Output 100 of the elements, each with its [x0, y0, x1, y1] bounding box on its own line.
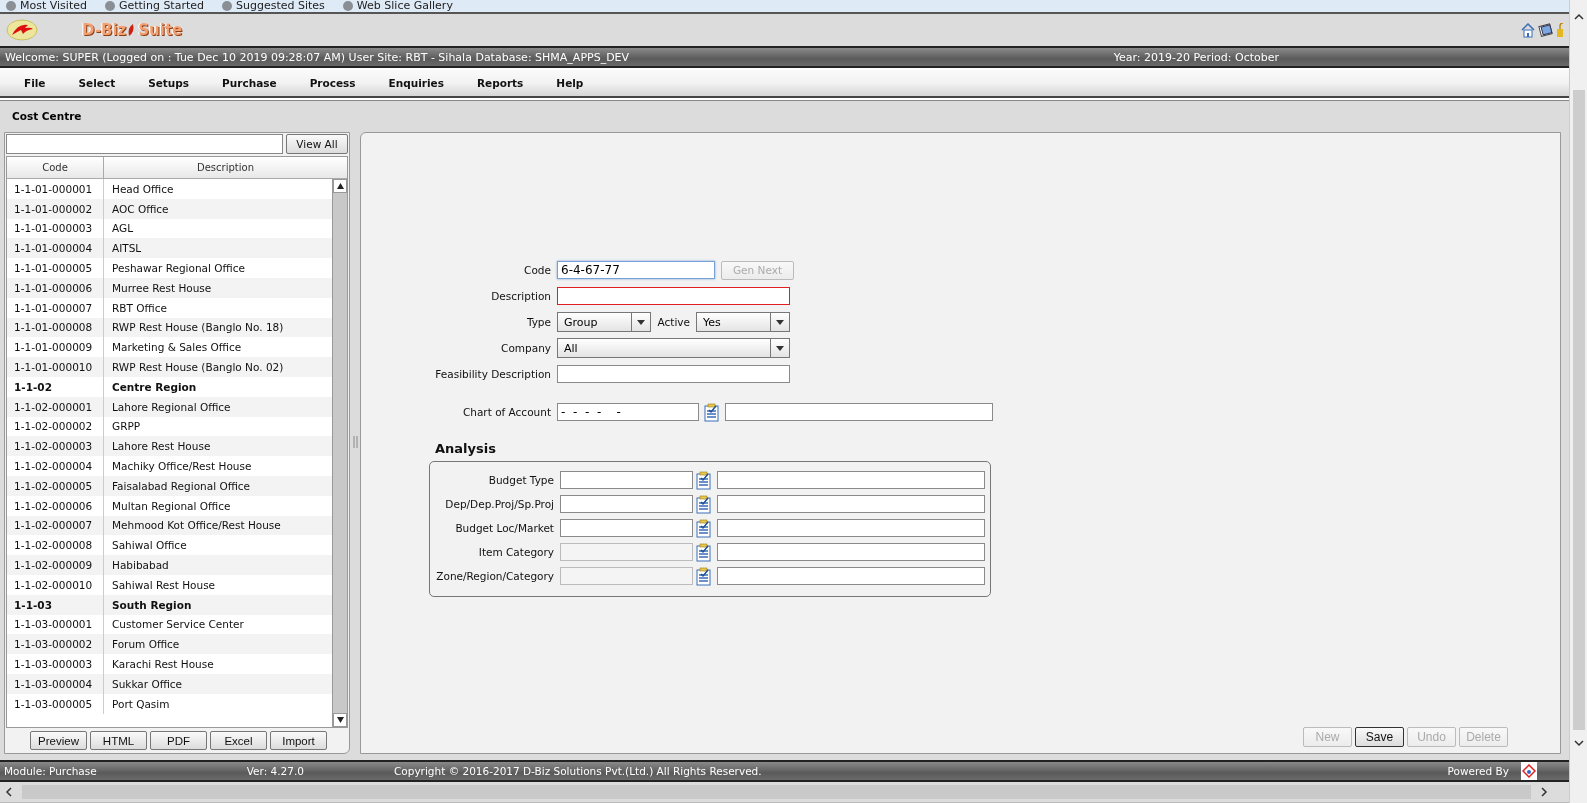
- menu-item[interactable]: Setups: [138, 77, 200, 89]
- field-label: Budget Type: [487, 474, 555, 486]
- field-label: Budget Loc/Market: [454, 522, 555, 534]
- table-cell: Forum Office: [103, 634, 180, 655]
- table-cell-text: 1-1-01-000010: [13, 361, 94, 374]
- field-label: Chart of Account: [461, 406, 552, 418]
- menu-item[interactable]: Select: [68, 77, 126, 89]
- bookmark-link[interactable]: Suggested Sites: [222, 0, 325, 12]
- scroll-down-icon[interactable]: [336, 717, 344, 723]
- input-field[interactable]: [717, 495, 985, 513]
- company-dropdown[interactable]: All: [557, 338, 790, 358]
- field-label: Zone/Region/Category: [435, 570, 555, 582]
- clipboard-list-icon[interactable]: [696, 542, 711, 562]
- copyright-text: Copyright © 2016-2017 D-Biz Solutions Pvt.(Ltd.) All Rights Reserved.: [394, 765, 762, 777]
- dropdown-arrow-icon[interactable]: [776, 319, 784, 325]
- scrollbar[interactable]: [332, 179, 347, 727]
- table-cell: Machiky Office/Rest House: [103, 456, 252, 476]
- table-cell-text: 1-1-02-000003: [13, 440, 94, 453]
- input-field[interactable]: [717, 471, 985, 489]
- column-header[interactable]: Description: [104, 157, 347, 178]
- table-cell: Head Office: [103, 179, 174, 199]
- menu-item[interactable]: Reports: [466, 77, 534, 89]
- table-cell: Peshawar Regional Office: [103, 258, 245, 278]
- field-label: Description: [490, 290, 552, 302]
- clipboard-list-icon[interactable]: [696, 494, 711, 514]
- menu-item[interactable]: File: [14, 77, 56, 89]
- clipboard-list-icon[interactable]: [696, 518, 711, 538]
- app-name: D-Biz: [82, 21, 127, 39]
- input-field[interactable]: [717, 567, 985, 585]
- table-cell: Lahore Regional Office: [103, 396, 231, 417]
- code-field[interactable]: 6-4-67-77: [557, 261, 715, 279]
- menu-item[interactable]: Process: [299, 77, 366, 89]
- table-cell-text: 1-1-03-000001: [13, 618, 94, 631]
- description-field[interactable]: [557, 287, 790, 305]
- account-name-field[interactable]: [725, 403, 993, 421]
- action-button[interactable]: Save: [1355, 727, 1404, 747]
- table-cell-text: 1-1-02-000002: [13, 420, 94, 433]
- active-dropdown[interactable]: Yes: [696, 312, 790, 332]
- table-cell: RWP Rest House (Banglo No. 02): [103, 357, 284, 377]
- scroll-up-icon[interactable]: [1573, 12, 1584, 22]
- bookmark-link[interactable]: Getting Started: [104, 0, 204, 12]
- documents-icon[interactable]: [1538, 23, 1554, 37]
- scroll-up-icon[interactable]: [336, 183, 344, 189]
- table-cell: Sahiwal Rest House: [103, 574, 216, 595]
- table-cell: AOC Office: [103, 198, 169, 219]
- table-cell-text: 1-1-02-000001: [13, 400, 94, 413]
- home-icon[interactable]: [1521, 22, 1535, 38]
- column-header[interactable]: Code: [7, 157, 104, 178]
- export-button[interactable]: Import: [270, 731, 327, 750]
- table-cell-text: 1-1-02-000008: [13, 539, 94, 552]
- field-label: Item Category: [477, 546, 555, 558]
- input-field[interactable]: [717, 519, 985, 537]
- table-cell: Mehmood Kot Office/Rest House: [103, 515, 281, 536]
- table-cell-text: 1-1-02-000005: [13, 479, 94, 492]
- menu-item[interactable]: Help: [546, 77, 594, 89]
- feasibility-field[interactable]: [557, 365, 790, 383]
- table-cell-text: 1-1-02: [13, 380, 53, 393]
- clipboard-list-icon[interactable]: [696, 566, 711, 586]
- input-field[interactable]: [560, 519, 693, 537]
- splitter-handle-icon[interactable]: [352, 436, 358, 448]
- field-label: Active: [656, 316, 691, 328]
- export-button[interactable]: HTML: [90, 731, 147, 750]
- session-info: Welcome: SUPER (Logged on : Tue Dec 10 2019 09:28:07 AM) User Site: RBT - Sihala Database: SHMA_APPS_DEV: [5, 50, 630, 64]
- input-field[interactable]: [560, 495, 693, 513]
- scroll-down-icon[interactable]: [1573, 738, 1584, 748]
- bookmark-link[interactable]: Web Slice Gallery: [342, 0, 453, 12]
- table-cell-text: 1-1-01-000008: [13, 321, 94, 334]
- input-field[interactable]: [560, 471, 693, 489]
- bookmark-link[interactable]: Most Visited: [6, 0, 87, 12]
- account-code-field[interactable]: - - - - -: [557, 403, 699, 421]
- logo-icon: [6, 19, 38, 41]
- dropdown-arrow-icon[interactable]: [776, 345, 784, 351]
- table-cell-text: 1-1-01-000001: [13, 182, 94, 195]
- table-cell-text: 1-1-01-000007: [13, 301, 94, 314]
- table-cell-text: 1-1-02-000009: [13, 559, 94, 572]
- scroll-right-icon[interactable]: [1539, 787, 1549, 797]
- field-label: Feasibility Description: [434, 368, 552, 380]
- scroll-left-icon[interactable]: [4, 787, 14, 797]
- table-cell: Karachi Rest House: [103, 654, 214, 674]
- menu-item[interactable]: Enquiries: [378, 77, 454, 89]
- input-field[interactable]: [717, 543, 985, 561]
- type-dropdown[interactable]: Group: [557, 312, 651, 332]
- export-button[interactable]: Preview: [30, 731, 87, 750]
- table-cell: Faisalabad Regional Office: [103, 475, 251, 496]
- table-cell: RWP Rest House (Banglo No. 18): [103, 317, 284, 338]
- dropdown-arrow-icon[interactable]: [637, 319, 645, 325]
- field-label: Type: [525, 316, 552, 328]
- search-field[interactable]: [6, 134, 283, 154]
- clipboard-list-icon[interactable]: [704, 402, 719, 422]
- version-info: Ver: 4.27.0: [246, 765, 304, 777]
- table-cell: Centre Region: [103, 376, 197, 397]
- export-button[interactable]: PDF: [150, 731, 207, 750]
- scrollbar[interactable]: [1572, 90, 1585, 730]
- table-cell-text: 1-1-02-000006: [13, 499, 94, 512]
- view-all-button[interactable]: View All: [286, 134, 348, 154]
- menu-item[interactable]: Purchase: [212, 77, 287, 89]
- export-button[interactable]: Excel: [210, 731, 267, 750]
- clipboard-list-icon[interactable]: [696, 470, 711, 490]
- page-title: Cost Centre: [12, 109, 82, 122]
- company-logo-icon: [1522, 764, 1536, 778]
